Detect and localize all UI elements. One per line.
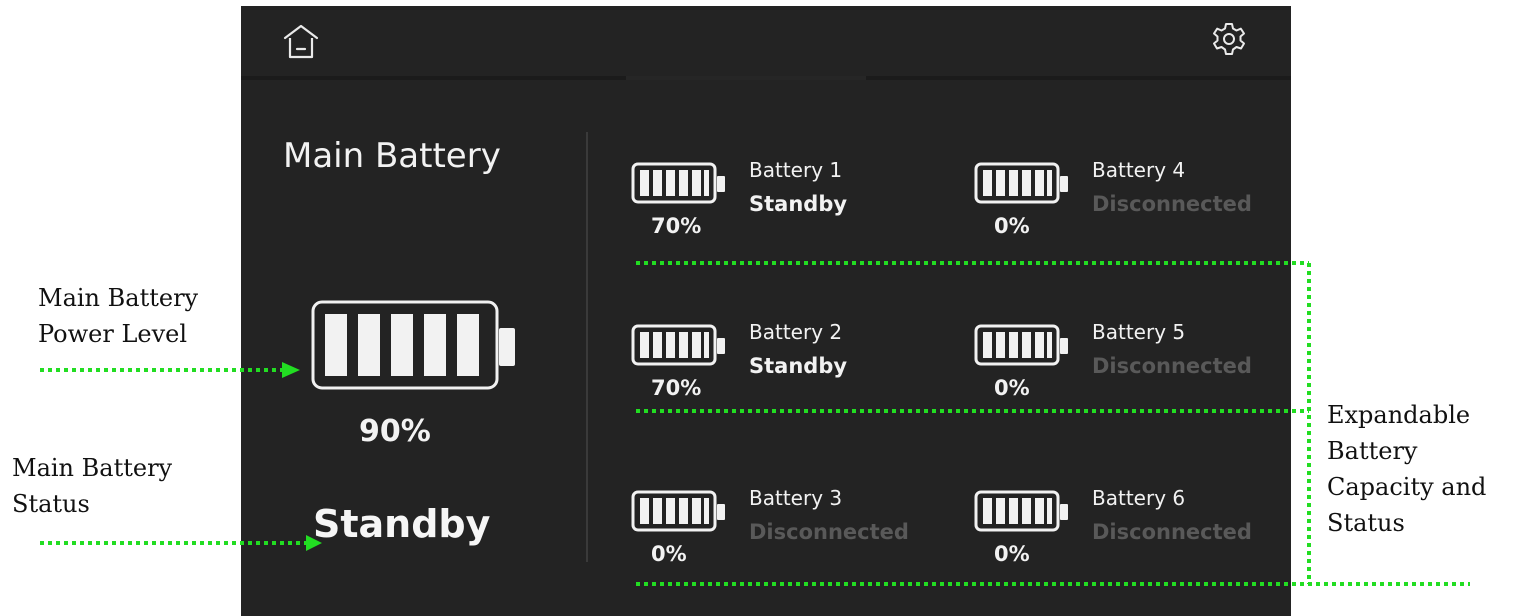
power-level-arrowhead xyxy=(282,362,300,378)
status-arrowhead xyxy=(306,535,322,551)
annotation-overlay xyxy=(40,261,1470,586)
stage: Main Battery Power Level Main Battery St… xyxy=(0,0,1537,616)
